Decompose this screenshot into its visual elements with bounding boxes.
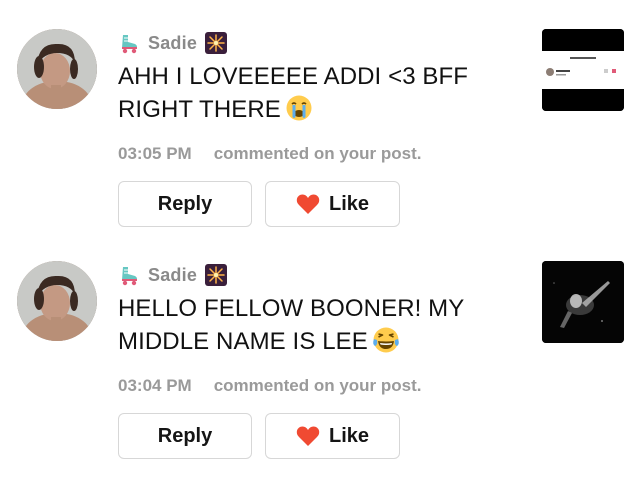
heart-icon [296, 425, 320, 447]
roller-skate-icon [118, 264, 140, 286]
reply-button[interactable]: Reply [118, 413, 252, 459]
comment-text: AHH I LOVEEEEE ADDI <3 BFF RIGHT THERE [118, 60, 508, 126]
like-button[interactable]: Like [265, 181, 400, 227]
like-label: Like [328, 424, 370, 447]
fireworks-icon [205, 264, 228, 286]
comment-body: HELLO FELLOW BOONER! MY MIDDLE NAME IS L… [118, 295, 464, 355]
notification-header: Sadie [118, 263, 228, 287]
profile-photo [17, 29, 97, 109]
reply-label: Reply [157, 192, 213, 215]
like-label: Like [328, 192, 370, 215]
crying-face-icon [285, 94, 313, 122]
notification-meta: 03:04 PM commented on your post. [118, 376, 422, 396]
heart-icon [296, 193, 320, 215]
post-thumbnail[interactable] [542, 29, 624, 111]
dark-photo-thumbnail [542, 261, 624, 343]
notification-header: Sadie [118, 31, 228, 55]
username[interactable]: Sadie [148, 33, 197, 54]
reply-button[interactable]: Reply [118, 181, 252, 227]
timestamp: 03:05 PM [118, 144, 192, 163]
timestamp: 03:04 PM [118, 376, 192, 395]
action-text: commented on your post. [213, 144, 422, 163]
notification-item[interactable]: Sadie HELLO FELLOW BOONER! MY MIDDLE NAM… [0, 232, 640, 464]
like-button[interactable]: Like [265, 413, 400, 459]
profile-photo [17, 261, 97, 341]
laughing-tears-icon [372, 326, 400, 354]
fireworks-icon [205, 32, 228, 54]
notification-item[interactable]: Sadie AHH I LOVEEEEE ADDI <3 BFF RIGHT T… [0, 0, 640, 232]
comment-text: HELLO FELLOW BOONER! MY MIDDLE NAME IS L… [118, 292, 508, 358]
notification-meta: 03:05 PM commented on your post. [118, 144, 422, 164]
avatar[interactable] [17, 29, 97, 109]
reply-label: Reply [157, 424, 213, 447]
post-thumbnail[interactable] [542, 261, 624, 343]
avatar[interactable] [17, 261, 97, 341]
username[interactable]: Sadie [148, 265, 197, 286]
roller-skate-icon [118, 32, 140, 54]
post-screenshot-thumbnail [542, 29, 624, 111]
action-text: commented on your post. [213, 376, 422, 395]
